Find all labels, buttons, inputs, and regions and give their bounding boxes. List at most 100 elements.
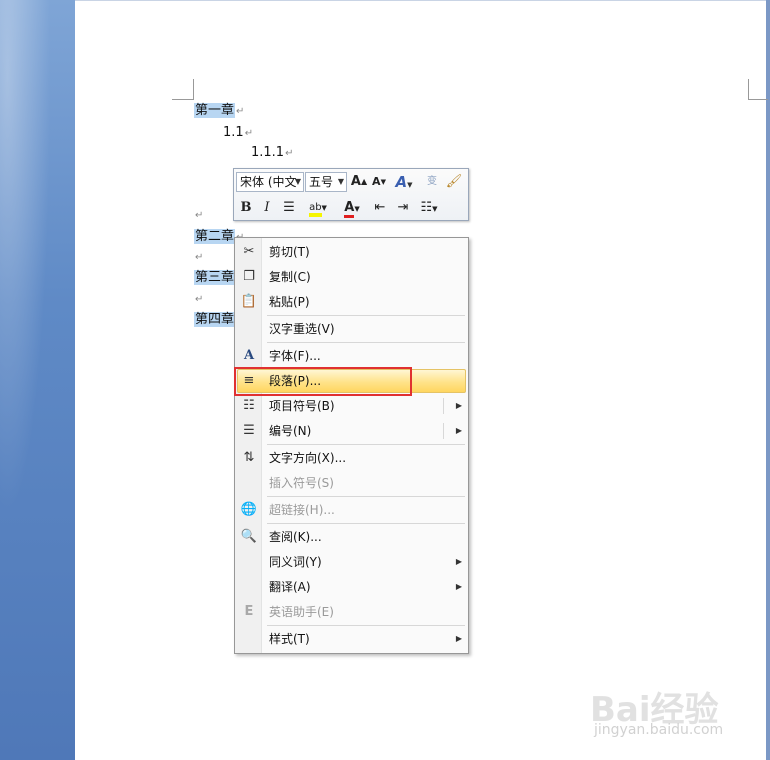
menu-item-label: 汉字重选(V)	[269, 322, 335, 336]
subheading-text: 1.1	[223, 125, 244, 140]
subheading-line[interactable]: 1.1↵	[223, 124, 253, 142]
increase-indent-icon: ⇥	[397, 200, 409, 215]
menu-item-text-direction[interactable]: ⇅ 文字方向(X)...	[237, 446, 466, 470]
heading-line[interactable]: 第四章	[194, 311, 236, 329]
menu-item-lookup[interactable]: 🔍 查阅(K)...	[237, 525, 466, 549]
menu-item-translate[interactable]: 翻译(A) ▶	[237, 575, 466, 599]
menu-item-insert-symbol: 插入符号(S)	[237, 471, 466, 495]
paragraph-mark: ↵	[236, 106, 245, 117]
menu-item-label: 插入符号(S)	[269, 476, 334, 490]
italic-icon: I	[264, 200, 270, 215]
arrow-down-icon: ▼	[380, 178, 386, 186]
empty-line[interactable]: ↵	[194, 290, 203, 308]
decrease-indent-button[interactable]: ⇤	[371, 198, 389, 218]
menu-separator	[267, 523, 465, 524]
menu-item-label: 粘贴(P)	[269, 295, 310, 309]
bold-button[interactable]: B	[238, 198, 254, 218]
page-top-edge	[75, 0, 766, 1]
copy-icon: ❐	[243, 269, 255, 284]
selected-heading-text: 第一章	[194, 103, 236, 118]
menu-item-copy[interactable]: ❐ 复制(C)	[237, 265, 466, 289]
menu-item-label: 字体(F)...	[269, 349, 321, 363]
menu-item-label: 超链接(H)...	[269, 503, 335, 517]
menu-separator	[267, 496, 465, 497]
paragraph-mark: ↵	[285, 148, 294, 159]
paragraph-mark: ↵	[195, 252, 204, 263]
bold-icon: B	[240, 200, 252, 215]
heading-line[interactable]: 第一章 ↵	[194, 102, 244, 120]
menu-item-font[interactable]: A 字体(F)...	[237, 344, 466, 368]
grow-font-button[interactable]: A▲	[350, 172, 368, 192]
watermark-url: jingyan.baidu.com	[594, 722, 724, 738]
menu-item-label: 翻译(A)	[269, 580, 311, 594]
phonetic-guide-button[interactable]: 变	[423, 172, 441, 192]
english-assistant-icon: E	[244, 604, 254, 619]
mini-toolbar: 宋体 (中文 ▼ 五号 ▼ A▲ A▼ A▼ 变 🖌 B I ☰ ab▼ A▼ …	[233, 168, 469, 221]
arrow-up-icon: ▲	[360, 177, 368, 186]
highlight-button[interactable]: ab▼	[303, 198, 333, 218]
window-background-left	[0, 0, 75, 760]
shrink-font-icon: A	[372, 175, 381, 188]
menu-separator	[267, 625, 465, 626]
center-align-button[interactable]: ☰	[280, 198, 298, 218]
styles-button[interactable]: A▼	[393, 172, 415, 192]
hyperlink-icon: 🌐	[240, 502, 258, 517]
format-painter-button[interactable]: 🖌	[445, 172, 463, 192]
menu-separator	[267, 342, 465, 343]
menu-separator	[267, 315, 465, 316]
menu-separator	[267, 444, 465, 445]
format-painter-icon: 🖌	[445, 174, 463, 189]
phonetic-guide-icon: 变	[427, 176, 437, 187]
chevron-down-icon: ▼	[432, 205, 438, 213]
menu-item-paste[interactable]: 📋 粘贴(P)	[237, 290, 466, 314]
submenu-arrow-icon[interactable]: ▶	[456, 394, 462, 418]
subheading-line[interactable]: 1.1.1↵	[251, 144, 293, 162]
chevron-down-icon: ▼	[321, 204, 327, 212]
bullets-icon: ☷	[420, 200, 433, 215]
submenu-arrow-icon: ▶	[455, 582, 462, 591]
heading-line[interactable]: 第三章	[194, 269, 236, 287]
grow-font-icon: A	[350, 174, 361, 189]
chevron-down-icon: ▼	[294, 177, 301, 186]
menu-item-label: 英语助手(E)	[269, 605, 334, 619]
paragraph-mark: ↵	[195, 294, 204, 305]
menu-item-label: 同义词(Y)	[269, 555, 322, 569]
numbering-icon: ☰	[243, 423, 255, 438]
submenu-arrow-icon: ▶	[455, 557, 462, 566]
increase-indent-button[interactable]: ⇥	[394, 198, 412, 218]
submenu-arrow-icon: ▶	[455, 634, 462, 643]
menu-item-label: 文字方向(X)...	[269, 451, 347, 465]
menu-item-styles[interactable]: 样式(T) ▶	[237, 627, 466, 651]
bullets-icon: ☷	[243, 398, 255, 413]
font-icon: A	[243, 348, 255, 363]
center-align-icon: ☰	[283, 200, 295, 215]
submenu-arrow-icon[interactable]: ▶	[456, 419, 462, 443]
menu-item-numbering[interactable]: ☰ 编号(N) ▶	[237, 419, 466, 443]
menu-item-reconvert[interactable]: 汉字重选(V)	[237, 317, 466, 341]
styles-icon: A	[395, 173, 408, 191]
font-size-value: 五号	[309, 175, 334, 189]
menu-item-synonyms[interactable]: 同义词(Y) ▶	[237, 550, 466, 574]
menu-item-cut[interactable]: ✂ 剪切(T)	[237, 240, 466, 264]
submenu-divider	[443, 398, 444, 414]
decrease-indent-icon: ⇤	[374, 200, 386, 215]
submenu-divider	[443, 423, 444, 439]
shrink-font-button[interactable]: A▼	[371, 172, 387, 192]
subheading-text: 1.1.1	[251, 145, 285, 160]
menu-item-label: 剪切(T)	[269, 245, 310, 259]
font-color-button[interactable]: A▼	[338, 198, 366, 218]
window-background-right	[766, 0, 770, 760]
font-name-combo[interactable]: 宋体 (中文 ▼	[236, 172, 304, 192]
text-direction-icon: ⇅	[243, 450, 255, 465]
menu-item-label: 样式(T)	[269, 632, 310, 646]
italic-button[interactable]: I	[259, 198, 275, 218]
bullets-button[interactable]: ☷▼	[416, 198, 442, 218]
menu-item-bullets[interactable]: ☷ 项目符号(B) ▶	[237, 394, 466, 418]
font-size-combo[interactable]: 五号 ▼	[305, 172, 347, 192]
crop-mark-left	[172, 99, 194, 100]
annotation-highlight-box	[234, 367, 412, 396]
highlight-icon: ab	[309, 202, 322, 217]
empty-line[interactable]: ↵	[194, 206, 203, 224]
crop-mark-right	[748, 99, 768, 100]
empty-line[interactable]: ↵	[194, 248, 203, 266]
